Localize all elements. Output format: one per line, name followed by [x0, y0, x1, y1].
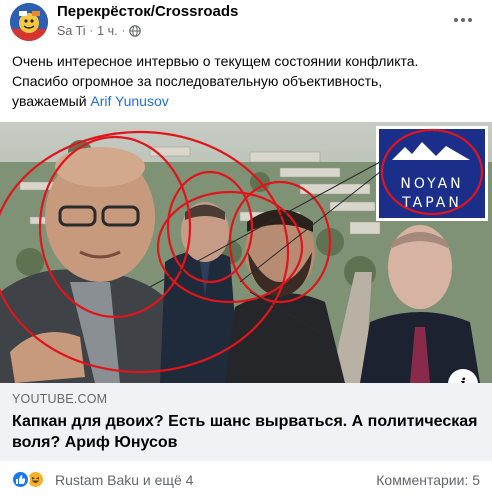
post-text: Очень интересное интервью о текущем сост…: [12, 51, 482, 111]
avatar-image: [10, 3, 48, 41]
link-source: YOUTUBE.COM: [12, 392, 108, 406]
thumbnail-artwork: NOYAN TAPAN: [0, 122, 492, 383]
reactions-bar: Rustam Baku и ещё 4 Комментарии: 5: [0, 461, 492, 496]
like-icon: [11, 470, 30, 489]
post-text-line: Спасибо огромное за последовательную объ…: [12, 73, 383, 89]
comments-count[interactable]: Комментарии: 5: [376, 472, 480, 488]
facebook-post: Перекрёсток/Crossroads Sa Ti · 1 ч. · Оч…: [0, 0, 492, 496]
more-dots-icon[interactable]: [446, 6, 480, 34]
post-text-line: Очень интересное интервью о текущем сост…: [12, 53, 419, 69]
reaction-icons[interactable]: [11, 470, 45, 489]
post-header: Перекрёсток/Crossroads Sa Ti · 1 ч. ·: [0, 0, 492, 48]
post-text-line: уважаемый Arif Yunusov: [12, 91, 482, 111]
logo-text-line2: TAPAN: [401, 195, 462, 211]
globe-icon[interactable]: [129, 25, 142, 37]
post-text-fragment: уважаемый: [12, 93, 91, 109]
group-avatar[interactable]: [10, 3, 48, 41]
mention-link[interactable]: Arif Yunusov: [90, 93, 168, 109]
logo-text-line1: NOYAN: [400, 176, 463, 192]
post-meta: Sa Ti · 1 ч. ·: [57, 24, 142, 38]
link-title[interactable]: Капкан для двоих? Есть шанс вырваться. А…: [12, 411, 482, 453]
author-name[interactable]: Sa Ti: [57, 24, 86, 38]
separator-dot: ·: [89, 25, 94, 37]
separator-dot: ·: [121, 25, 126, 37]
group-name[interactable]: Перекрёсток/Crossroads: [57, 3, 238, 20]
link-preview-footer[interactable]: YOUTUBE.COM Капкан для двоих? Есть шанс …: [0, 383, 492, 461]
post-time[interactable]: 1 ч.: [97, 24, 117, 38]
reactors-summary[interactable]: Rustam Baku и ещё 4: [55, 472, 193, 488]
link-preview-image[interactable]: NOYAN TAPAN: [0, 122, 492, 383]
